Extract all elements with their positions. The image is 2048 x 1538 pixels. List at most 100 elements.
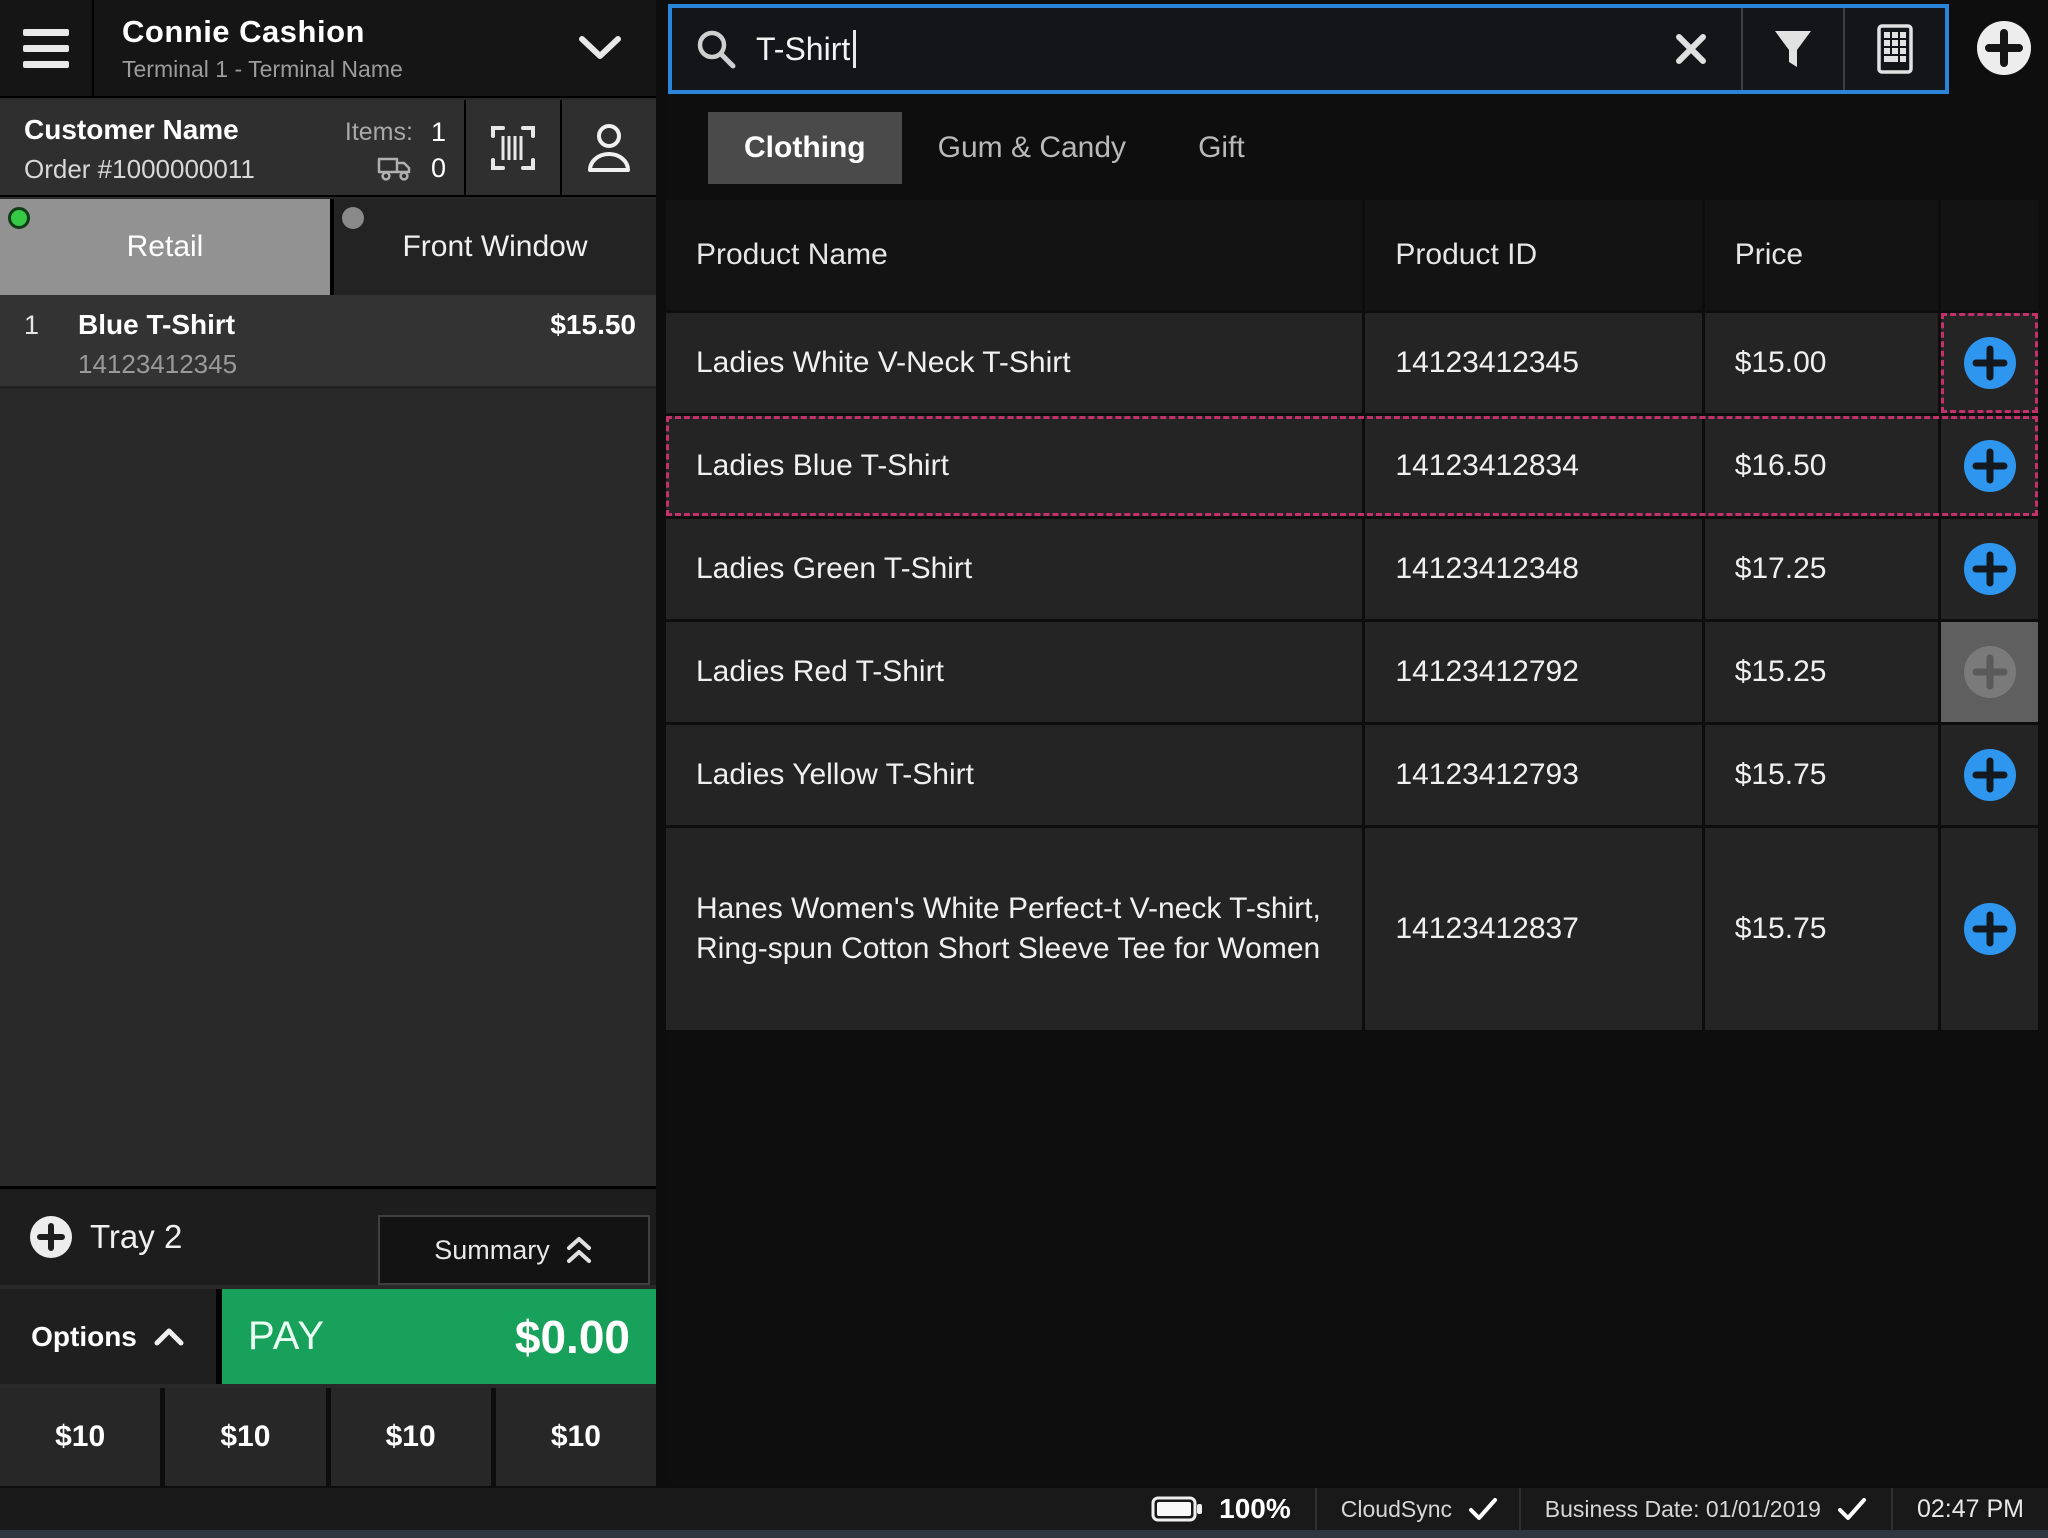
- product-name: Hanes Women's White Perfect-t V-neck T-s…: [666, 828, 1362, 1030]
- customer-name: Customer Name: [24, 114, 306, 146]
- product-name: Ladies Blue T-Shirt: [666, 416, 1362, 516]
- add-tray-icon[interactable]: [28, 1214, 74, 1260]
- double-chevron-up-icon: [564, 1235, 594, 1265]
- add-new-product-button[interactable]: [1974, 18, 2034, 78]
- cart-item-sku: 14123412345: [78, 349, 636, 380]
- product-name: Ladies White V-Neck T-Shirt: [666, 313, 1362, 413]
- quick-cash-label: $10: [386, 1420, 436, 1454]
- table-row[interactable]: Ladies Yellow T-Shirt 14123412793 $15.75: [666, 725, 2038, 825]
- tab-retail[interactable]: Retail: [0, 199, 330, 295]
- search-icon: [694, 27, 738, 71]
- product-price: $16.50: [1705, 416, 1939, 516]
- business-date-status: Business Date: 01/01/2019: [1519, 1488, 1891, 1530]
- customer-bar: Customer Name Order #1000000011 Items: 1…: [0, 100, 656, 197]
- business-date-label: Business Date: 01/01/2019: [1545, 1496, 1821, 1523]
- quick-cash-button[interactable]: $10: [0, 1388, 160, 1486]
- clear-search-button[interactable]: [1641, 8, 1741, 90]
- add-cell: [1941, 519, 2038, 619]
- product-id: 14123412837: [1365, 828, 1701, 1030]
- cart-line-item[interactable]: 1 Blue T-Shirt $15.50 14123412345: [0, 295, 656, 389]
- time-label: 02:47 PM: [1917, 1495, 2024, 1524]
- product-price: $15.75: [1705, 725, 1939, 825]
- battery-percent: 100%: [1219, 1493, 1291, 1525]
- product-id: 14123412792: [1365, 622, 1701, 722]
- cashier-name: Connie Cashion: [122, 14, 578, 50]
- pay-amount: $0.00: [515, 1310, 630, 1364]
- order-type-tabs: Retail Front Window: [0, 199, 656, 295]
- tab-gift-label: Gift: [1198, 131, 1245, 165]
- add-cell: [1941, 725, 2038, 825]
- summary-button[interactable]: Summary: [378, 1215, 650, 1285]
- keypad-button[interactable]: [1845, 8, 1945, 90]
- search-box[interactable]: T-Shirt: [668, 4, 1949, 94]
- table-row[interactable]: Ladies Blue T-Shirt 14123412834 $16.50: [666, 416, 2038, 516]
- text-caret: [853, 30, 856, 68]
- quick-cash-row: $10 $10 $10 $10: [0, 1388, 656, 1486]
- summary-label: Summary: [434, 1235, 550, 1266]
- tab-front-window-label: Front Window: [402, 230, 587, 264]
- table-row[interactable]: Ladies White V-Neck T-Shirt 14123412345 …: [666, 313, 2038, 413]
- menu-icon[interactable]: [0, 29, 92, 68]
- search-value: T-Shirt: [756, 31, 850, 68]
- column-header-price: Price: [1705, 200, 1939, 310]
- table-header: Product Name Product ID Price: [666, 200, 2038, 310]
- cloud-sync-label: CloudSync: [1341, 1496, 1452, 1523]
- tab-gift[interactable]: Gift: [1162, 112, 1281, 184]
- pay-button[interactable]: PAY $0.00: [222, 1289, 656, 1384]
- pay-label: PAY: [248, 1314, 325, 1359]
- items-label: Items:: [345, 118, 413, 147]
- product-id: 14123412793: [1365, 725, 1701, 825]
- quick-cash-label: $10: [551, 1420, 601, 1454]
- add-to-cart-button[interactable]: [1962, 438, 2018, 494]
- tab-front-window[interactable]: Front Window: [330, 199, 656, 295]
- terminal-name: Terminal 1 - Terminal Name: [122, 56, 578, 83]
- product-price: $15.75: [1705, 828, 1939, 1030]
- table-row[interactable]: Hanes Women's White Perfect-t V-neck T-s…: [666, 828, 2038, 1030]
- pay-row: Options PAY $0.00: [0, 1289, 656, 1384]
- cart-item-price: $15.50: [550, 309, 636, 341]
- add-to-cart-button[interactable]: [1962, 747, 2018, 803]
- person-icon: [582, 120, 636, 176]
- product-table: Product Name Product ID Price Ladies Whi…: [666, 200, 2038, 1030]
- table-row[interactable]: Ladies Green T-Shirt 14123412348 $17.25: [666, 519, 2038, 619]
- active-status-dot: [8, 207, 30, 229]
- screen-edge-strip: [0, 1530, 2048, 1538]
- product-price: $17.25: [1705, 519, 1939, 619]
- check-icon: [1837, 1497, 1867, 1521]
- options-label: Options: [31, 1321, 137, 1353]
- product-search-panel: T-Shirt: [666, 0, 2048, 1486]
- barcode-icon: [485, 120, 541, 176]
- add-cell: [1941, 313, 2038, 413]
- product-id: 14123412834: [1365, 416, 1701, 516]
- truck-icon: [377, 155, 413, 181]
- battery-icon: [1151, 1495, 1203, 1523]
- tray-label: Tray 2: [90, 1218, 182, 1256]
- terminal-selector[interactable]: Connie Cashion Terminal 1 - Terminal Nam…: [92, 0, 578, 96]
- chevron-down-icon[interactable]: [578, 35, 622, 61]
- customer-info[interactable]: Customer Name Order #1000000011: [0, 100, 306, 195]
- add-to-cart-button[interactable]: [1962, 901, 2018, 957]
- chevron-up-icon: [153, 1327, 185, 1347]
- tab-gum-candy[interactable]: Gum & Candy: [902, 112, 1162, 184]
- column-header-id: Product ID: [1365, 200, 1701, 310]
- filter-button[interactable]: [1743, 8, 1843, 90]
- customer-button[interactable]: [560, 100, 656, 195]
- items-count: 1: [431, 117, 446, 148]
- add-to-cart-button[interactable]: [1962, 335, 2018, 391]
- order-number: Order #1000000011: [24, 154, 306, 185]
- quick-cash-button[interactable]: $10: [165, 1388, 325, 1486]
- barcode-scan-button[interactable]: [464, 100, 560, 195]
- quick-cash-button[interactable]: $10: [496, 1388, 656, 1486]
- product-price: $15.00: [1705, 313, 1939, 413]
- shipping-count: 0: [431, 153, 446, 184]
- add-to-cart-button[interactable]: [1962, 541, 2018, 597]
- table-row[interactable]: Ladies Red T-Shirt 14123412792 $15.25: [666, 622, 2038, 722]
- category-tabs: Clothing Gum & Candy Gift: [708, 112, 1281, 184]
- quick-cash-button[interactable]: $10: [331, 1388, 491, 1486]
- check-icon: [1468, 1497, 1498, 1521]
- options-button[interactable]: Options: [0, 1289, 222, 1384]
- cloud-sync-status: CloudSync: [1315, 1488, 1519, 1530]
- tab-clothing[interactable]: Clothing: [708, 112, 902, 184]
- search-input[interactable]: T-Shirt: [756, 30, 856, 68]
- tab-gum-candy-label: Gum & Candy: [938, 131, 1126, 165]
